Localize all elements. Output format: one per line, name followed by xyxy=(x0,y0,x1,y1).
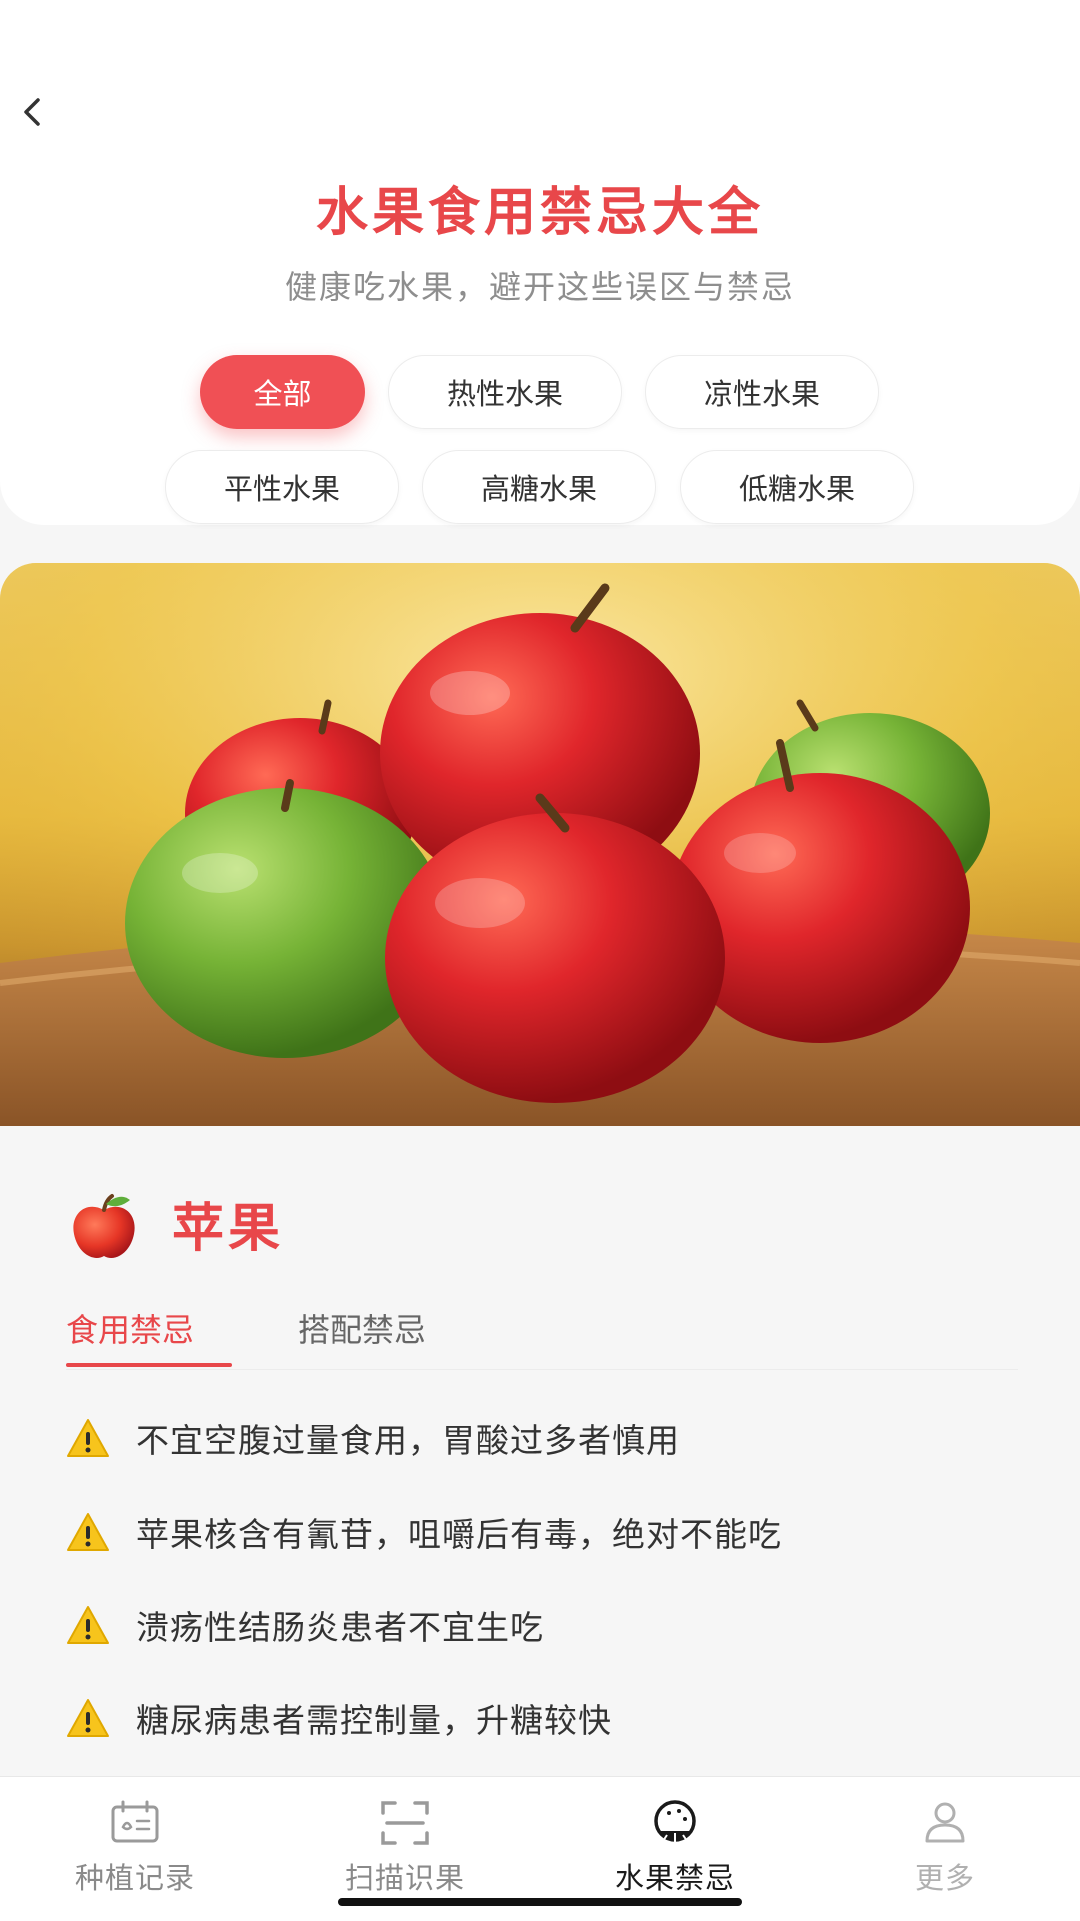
chevron-left-icon xyxy=(24,98,40,126)
fruit-name: 苹果 xyxy=(172,1199,285,1259)
warning-icon xyxy=(67,1699,109,1737)
scan-icon xyxy=(381,1801,429,1845)
taboo-text: 溃疡性结肠炎患者不宜生吃 xyxy=(136,1608,544,1647)
fruit-hero-image xyxy=(0,563,1080,1126)
warning-icon xyxy=(67,1419,109,1457)
nav-label: 水果禁忌 xyxy=(614,1861,735,1895)
back-button[interactable] xyxy=(10,90,54,134)
filter-chip-neutral[interactable]: 平性水果 xyxy=(165,450,399,524)
filter-chip-cool[interactable]: 凉性水果 xyxy=(645,355,879,429)
filter-chip-low-sugar[interactable]: 低糖水果 xyxy=(680,450,914,524)
taboo-item: 不宜空腹过量食用，胃酸过多者慎用 xyxy=(66,1408,680,1468)
apple-emoji-icon xyxy=(66,1190,142,1266)
tab-active-indicator xyxy=(66,1363,232,1367)
nav-label: 种植记录 xyxy=(74,1861,195,1895)
tab-pairing-taboo[interactable]: 搭配禁忌 xyxy=(298,1305,426,1351)
user-icon xyxy=(925,1802,965,1843)
header-card: 水果食用禁忌大全 健康吃水果，避开这些误区与禁忌 全部 热性水果 凉性水果 平性… xyxy=(0,0,1080,525)
taboo-text: 糖尿病患者需控制量，升糖较快 xyxy=(136,1701,612,1740)
filter-chip-hot[interactable]: 热性水果 xyxy=(388,355,622,429)
taboo-item: 糖尿病患者需控制量，升糖较快 xyxy=(66,1688,612,1748)
taboo-text: 苹果核含有氰苷，咀嚼后有毒，绝对不能吃 xyxy=(136,1515,782,1554)
page-subtitle: 健康吃水果，避开这些误区与禁忌 xyxy=(284,268,795,306)
planting-calendar-icon xyxy=(111,1800,159,1843)
taboo-text: 不宜空腹过量食用，胃酸过多者慎用 xyxy=(136,1421,680,1460)
filter-chip-high-sugar[interactable]: 高糖水果 xyxy=(422,450,656,524)
taboo-item: 苹果核含有氰苷，咀嚼后有毒，绝对不能吃 xyxy=(66,1502,782,1562)
taboo-item: 溃疡性结肠炎患者不宜生吃 xyxy=(66,1595,544,1655)
nav-scan-fruit[interactable]: 扫描识果 xyxy=(305,1797,505,1897)
fruit-icon xyxy=(654,1800,696,1843)
filter-chip-all[interactable]: 全部 xyxy=(200,355,365,429)
nav-label: 更多 xyxy=(914,1861,975,1895)
home-indicator xyxy=(338,1898,742,1906)
nav-more[interactable]: 更多 xyxy=(845,1797,1045,1897)
warning-icon xyxy=(67,1513,109,1551)
warning-icon xyxy=(67,1606,109,1644)
nav-fruit-taboo[interactable]: 水果禁忌 xyxy=(575,1797,775,1897)
nav-label: 扫描识果 xyxy=(344,1861,465,1895)
tab-divider xyxy=(66,1369,1018,1370)
page-title: 水果食用禁忌大全 xyxy=(315,183,764,243)
nav-planting-record[interactable]: 种植记录 xyxy=(35,1797,235,1897)
apples-illustration xyxy=(0,563,1080,1126)
tab-eating-taboo[interactable]: 食用禁忌 xyxy=(66,1305,194,1351)
